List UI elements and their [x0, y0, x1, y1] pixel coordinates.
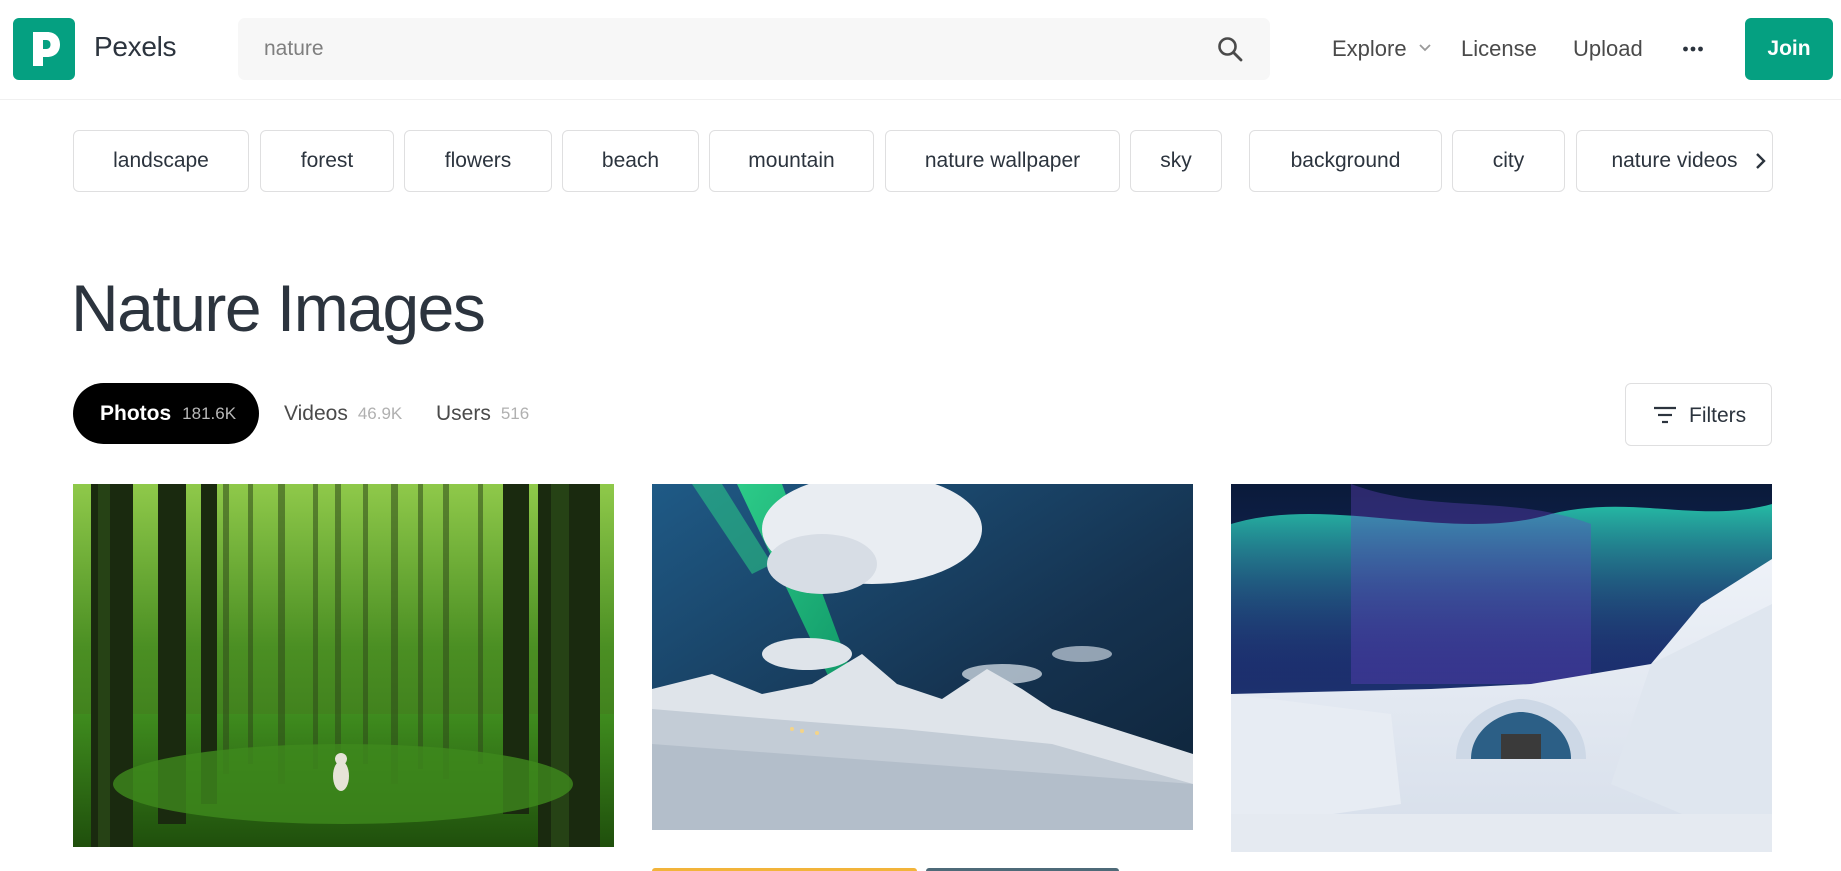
join-button[interactable]: Join [1745, 18, 1833, 80]
search-input[interactable] [264, 18, 1164, 80]
tab-label: Photos [100, 401, 172, 425]
chevron-down-icon[interactable] [1418, 43, 1432, 53]
forest-photo [73, 484, 614, 847]
tab-videos[interactable]: Videos 46.9K [284, 383, 402, 444]
brand-name[interactable]: Pexels [94, 31, 177, 63]
filters-button[interactable]: Filters [1625, 383, 1772, 446]
chevron-right-icon[interactable] [1748, 146, 1772, 176]
photo-card[interactable] [652, 484, 1193, 830]
tag-pill[interactable]: beach [562, 130, 699, 192]
top-navbar: Pexels Explore License Upload Join [0, 0, 1841, 100]
tag-pill[interactable]: landscape [73, 130, 249, 192]
photo-card[interactable] [73, 484, 614, 847]
more-icon[interactable] [1682, 38, 1704, 60]
filters-icon [1654, 406, 1676, 424]
tag-pill[interactable]: forest [260, 130, 394, 192]
tab-users[interactable]: Users 516 [436, 383, 529, 444]
tag-pill[interactable]: background [1249, 130, 1442, 192]
search-bar[interactable] [238, 18, 1270, 80]
tag-pill[interactable]: flowers [404, 130, 552, 192]
nav-upload[interactable]: Upload [1573, 36, 1643, 62]
tag-pill[interactable]: city [1452, 130, 1565, 192]
tag-pill[interactable]: mountain [709, 130, 874, 192]
aurora-igloo-photo [1231, 484, 1772, 852]
photo-card[interactable] [1231, 484, 1772, 852]
filters-label: Filters [1689, 404, 1747, 427]
tab-count: 46.9K [357, 403, 403, 423]
page-title: Nature Images [71, 271, 486, 345]
search-icon[interactable] [1216, 35, 1244, 63]
tab-count: 181.6K [182, 403, 237, 423]
nav-license[interactable]: License [1461, 36, 1537, 62]
nav-explore[interactable]: Explore [1332, 36, 1407, 62]
tab-label: Videos [284, 401, 348, 425]
tag-pill[interactable]: nature videos [1576, 130, 1773, 192]
aurora-mountain-photo [652, 484, 1193, 830]
tab-label: Users [436, 401, 491, 425]
tab-count: 516 [500, 403, 530, 423]
pexels-logo-icon[interactable] [13, 18, 75, 80]
tag-pill[interactable]: sky [1130, 130, 1222, 192]
related-tags: landscape forest flowers beach mountain … [73, 130, 1773, 192]
tag-pill[interactable]: nature wallpaper [885, 130, 1120, 192]
tab-photos[interactable]: Photos 181.6K [73, 383, 259, 444]
